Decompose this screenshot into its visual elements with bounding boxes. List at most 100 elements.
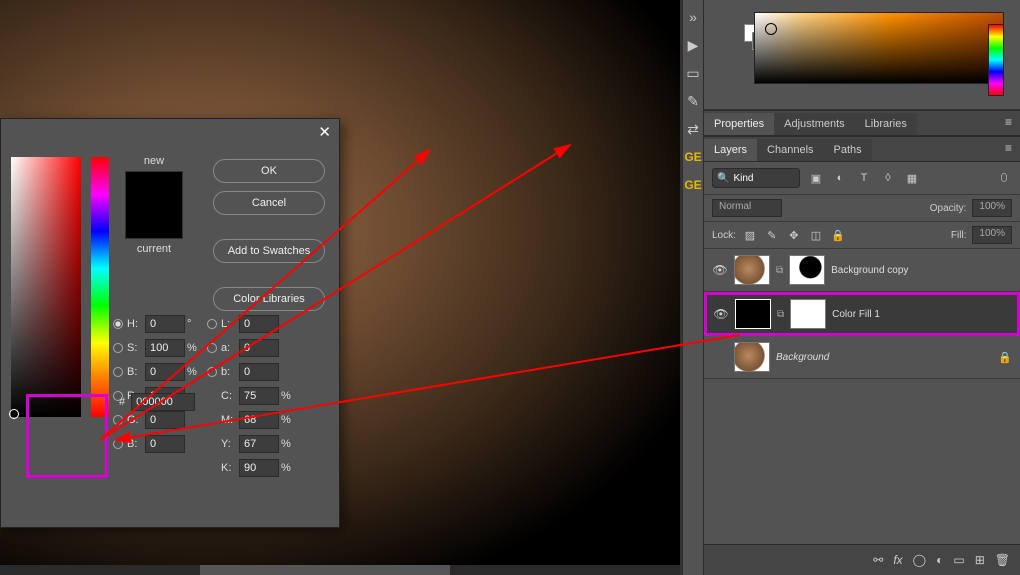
input-c[interactable] bbox=[239, 387, 279, 405]
layer-mask-thumbnail[interactable] bbox=[789, 255, 825, 285]
fx-icon[interactable]: fx bbox=[893, 553, 902, 567]
panel-menu-icon-2[interactable]: ≡ bbox=[997, 135, 1020, 161]
color-gradient-picker[interactable] bbox=[754, 12, 1004, 84]
layer-thumbnail[interactable] bbox=[735, 299, 771, 329]
input-s[interactable] bbox=[145, 339, 185, 357]
saturation-box[interactable] bbox=[11, 157, 81, 417]
link-icon[interactable]: ⧉ bbox=[777, 309, 784, 320]
layer-name[interactable]: Background copy bbox=[831, 265, 908, 276]
input-bc[interactable] bbox=[145, 435, 185, 453]
search-placeholder-text: Kind bbox=[733, 173, 753, 184]
sat-marker[interactable] bbox=[9, 409, 19, 419]
input-m[interactable] bbox=[239, 411, 279, 429]
label-y: Y: bbox=[221, 438, 239, 450]
blend-mode-dropdown[interactable]: Normal bbox=[712, 199, 782, 217]
layer-name[interactable]: Background bbox=[776, 352, 829, 363]
add-to-swatches-button[interactable]: Add to Swatches bbox=[213, 239, 325, 263]
tab-paths[interactable]: Paths bbox=[824, 139, 872, 161]
right-panel-dock: » ▶ ▭ ✎ ⇄ GE GE Properties Adjustments L… bbox=[683, 0, 1020, 575]
layer-thumbnail[interactable] bbox=[734, 342, 770, 372]
color-pick-ring[interactable] bbox=[765, 23, 777, 35]
layer-thumbnail[interactable] bbox=[734, 255, 770, 285]
input-l[interactable] bbox=[239, 315, 279, 333]
filter-type-icon[interactable]: T bbox=[856, 170, 872, 186]
radio-h[interactable] bbox=[113, 319, 123, 329]
radio-bb[interactable] bbox=[207, 367, 217, 377]
mask-icon[interactable]: ◯ bbox=[913, 553, 926, 567]
link-icon[interactable]: ⧉ bbox=[776, 265, 783, 276]
chat-icon[interactable]: ▭ bbox=[683, 66, 703, 80]
ge-badge-2[interactable]: GE bbox=[684, 178, 701, 192]
layer-row[interactable]: 👁 ⧉ Background copy bbox=[704, 249, 1020, 292]
link-layers-icon[interactable]: ⚯ bbox=[873, 553, 883, 567]
lock-move-icon[interactable]: ✥ bbox=[786, 227, 802, 243]
lock-artboard-icon[interactable]: ◫ bbox=[808, 227, 824, 243]
label-s: S: bbox=[127, 342, 145, 354]
picker-titlebar[interactable]: ✕ bbox=[1, 119, 339, 145]
tab-properties[interactable]: Properties bbox=[704, 113, 774, 135]
close-icon[interactable]: ✕ bbox=[318, 123, 331, 141]
filter-shape-icon[interactable]: ◊ bbox=[880, 170, 896, 186]
lock-brush-icon[interactable]: ✎ bbox=[764, 227, 780, 243]
label-bb: b: bbox=[221, 366, 239, 378]
lock-all-icon[interactable]: 🔒 bbox=[830, 227, 846, 243]
input-g[interactable] bbox=[145, 411, 185, 429]
filter-smart-icon[interactable]: ▦ bbox=[904, 170, 920, 186]
input-bb[interactable] bbox=[239, 363, 279, 381]
layer-row-selected[interactable]: 👁 ⧉ Color Fill 1 bbox=[704, 292, 1020, 336]
opacity-value[interactable]: 100% bbox=[972, 199, 1012, 217]
tab-layers[interactable]: Layers bbox=[704, 139, 757, 161]
visibility-eye-icon[interactable]: 👁 bbox=[712, 263, 728, 277]
play-icon[interactable]: ▶ bbox=[683, 38, 703, 52]
tab-channels[interactable]: Channels bbox=[757, 139, 823, 161]
adjust-icon[interactable]: ⇄ bbox=[683, 122, 703, 136]
label-c: C: bbox=[221, 390, 239, 402]
lock-icon[interactable]: 🔒 bbox=[998, 351, 1012, 364]
radio-bc[interactable] bbox=[113, 439, 123, 449]
input-a[interactable] bbox=[239, 339, 279, 357]
filter-image-icon[interactable]: ▣ bbox=[808, 170, 824, 186]
radio-l[interactable] bbox=[207, 319, 217, 329]
layer-name[interactable]: Color Fill 1 bbox=[832, 309, 880, 320]
scrollbar-horizontal[interactable] bbox=[0, 565, 680, 575]
label-l: L: bbox=[221, 318, 239, 330]
radio-s[interactable] bbox=[113, 343, 123, 353]
lock-pixels-icon[interactable]: ▨ bbox=[742, 227, 758, 243]
radio-g[interactable] bbox=[113, 415, 123, 425]
tab-libraries[interactable]: Libraries bbox=[855, 113, 917, 135]
label-m: M: bbox=[221, 414, 239, 426]
group-icon[interactable]: ▭ bbox=[953, 553, 964, 567]
input-k[interactable] bbox=[239, 459, 279, 477]
new-layer-icon[interactable]: ⊞ bbox=[975, 553, 985, 567]
visibility-eye-icon[interactable]: 👁 bbox=[713, 307, 729, 321]
radio-b[interactable] bbox=[113, 367, 123, 377]
expand-icon[interactable]: » bbox=[683, 10, 703, 24]
filter-adjust-icon[interactable]: ◐ bbox=[832, 170, 848, 186]
trash-icon[interactable]: 🗑 bbox=[995, 553, 1010, 567]
layer-mask-thumbnail[interactable] bbox=[790, 299, 826, 329]
ok-button[interactable]: OK bbox=[213, 159, 325, 183]
hex-input[interactable] bbox=[131, 393, 195, 411]
filter-toggle-icon[interactable]: ⬯ bbox=[996, 170, 1012, 186]
color-libraries-button[interactable]: Color Libraries bbox=[213, 287, 325, 311]
cancel-button[interactable]: Cancel bbox=[213, 191, 325, 215]
layer-row[interactable]: Background 🔒 bbox=[704, 336, 1020, 379]
ge-badge[interactable]: GE bbox=[684, 150, 701, 164]
input-y[interactable] bbox=[239, 435, 279, 453]
scrollbar-thumb[interactable] bbox=[200, 565, 450, 575]
panel-menu-icon[interactable]: ≡ bbox=[997, 109, 1020, 135]
input-h[interactable] bbox=[145, 315, 185, 333]
layer-kind-search[interactable]: 🔍 Kind bbox=[712, 168, 800, 188]
dock-ribbon: » ▶ ▭ ✎ ⇄ GE GE bbox=[683, 0, 704, 575]
brush-icon[interactable]: ✎ bbox=[683, 94, 703, 108]
hue-strip[interactable] bbox=[988, 24, 1004, 96]
input-b[interactable] bbox=[145, 363, 185, 381]
lock-fill-row: Lock: ▨ ✎ ✥ ◫ 🔒 Fill: 100% bbox=[704, 222, 1020, 249]
fill-value[interactable]: 100% bbox=[972, 226, 1012, 244]
visibility-eye-icon[interactable] bbox=[712, 349, 728, 366]
tab-adjustments[interactable]: Adjustments bbox=[774, 113, 855, 135]
new-color-swatch bbox=[125, 171, 183, 239]
hue-slider[interactable] bbox=[91, 157, 109, 417]
adjustment-icon[interactable]: ◐ bbox=[936, 553, 943, 567]
radio-a[interactable] bbox=[207, 343, 217, 353]
